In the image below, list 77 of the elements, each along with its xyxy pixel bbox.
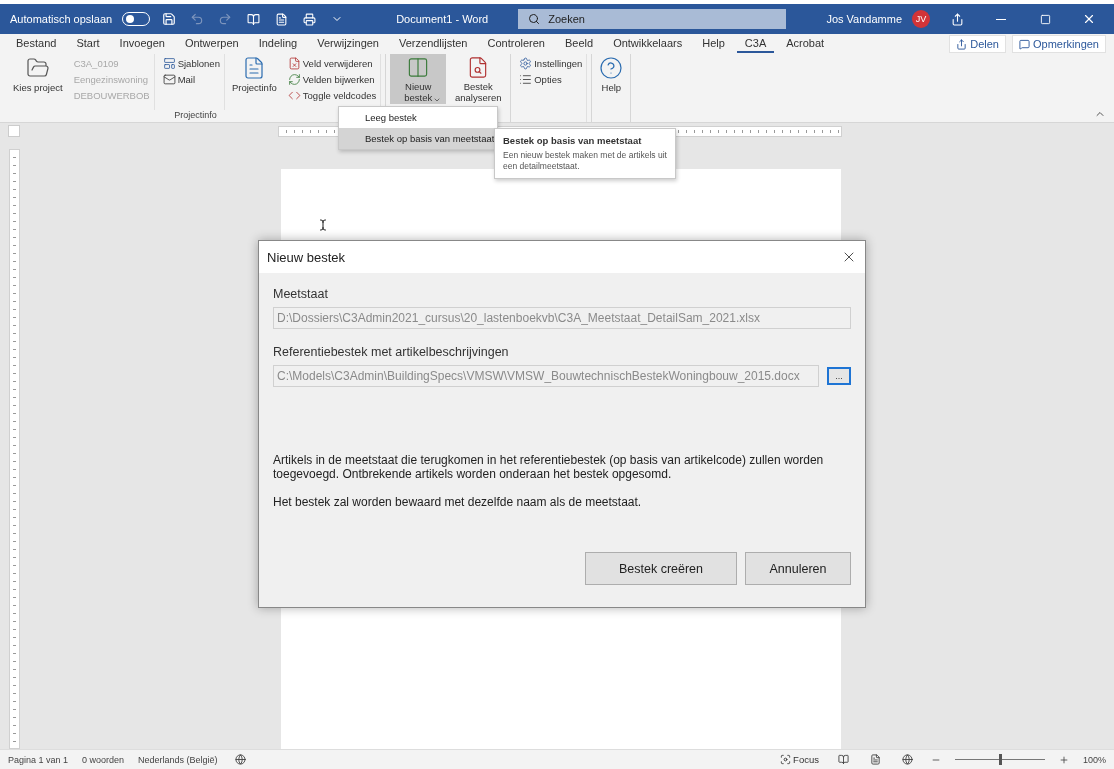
status-text: 0 woorden xyxy=(82,754,125,765)
menu-tab[interactable]: Start xyxy=(68,35,108,53)
comments-button[interactable]: Opmerkingen xyxy=(1011,35,1106,53)
info-text: Artikels in de meetstaat die terugkomen in het referentiebestek (op basis van artikelcode) zullen worden toegevoegd. Ontbrekende artikels worden onderaan het bestek opgesomd. xyxy=(273,453,825,481)
read-mode-icon[interactable] xyxy=(838,754,850,765)
web-layout-icon[interactable] xyxy=(902,754,914,765)
menu-tab[interactable]: Verwijzingen xyxy=(309,35,387,53)
document-icon[interactable] xyxy=(274,12,288,26)
print-layout-icon[interactable] xyxy=(870,754,882,765)
status-text: Nederlands (België) xyxy=(138,754,218,765)
layout-icon[interactable] xyxy=(246,12,260,26)
tooltip-title: Bestek op basis van meetstaat xyxy=(503,135,643,146)
ribbon-item[interactable]: Opties xyxy=(517,72,585,87)
menu-tab[interactable]: Invoegen xyxy=(111,35,173,53)
ribbon-button[interactable]: Nieuw bestek xyxy=(390,54,447,104)
group-label: Projectinfo xyxy=(174,110,217,122)
minimize-icon xyxy=(996,18,1006,20)
ribbon-button[interactable]: Help xyxy=(596,54,627,104)
tooltip-text: Een nieuw bestek maken met de artikels uit een detailmeetstaat. xyxy=(503,150,667,172)
search-field[interactable]: Zoeken xyxy=(518,9,787,29)
template-icon xyxy=(162,57,176,70)
zoom-thumb[interactable] xyxy=(998,754,1002,765)
folder-icon xyxy=(25,56,50,80)
ribbon-item[interactable]: Velden bijwerken xyxy=(285,72,379,87)
maximize-icon xyxy=(1039,13,1051,25)
ribbon-item[interactable]: Toggle veldcodes xyxy=(285,88,379,103)
share-button[interactable]: Delen xyxy=(949,35,1006,53)
browse-button[interactable]: ... xyxy=(827,367,851,385)
user-avatar[interactable]: JV xyxy=(912,10,930,28)
cancel-button[interactable]: Annuleren xyxy=(745,552,851,585)
menu-item[interactable]: Leeg bestek xyxy=(339,107,497,128)
list-icon xyxy=(519,73,533,86)
autosave-label: Automatisch opslaan xyxy=(10,13,113,25)
menu-tab[interactable]: Acrobat xyxy=(778,35,833,53)
code-icon xyxy=(287,89,301,102)
text-cursor-icon xyxy=(317,219,329,231)
menu-item[interactable]: Bestek op basis van meetstaat xyxy=(339,128,497,149)
ribbon-item[interactable]: Sjablonen xyxy=(160,56,222,71)
remove-field-icon xyxy=(287,57,301,70)
search-placeholder: Zoeken xyxy=(548,13,585,25)
dialog-title: Nieuw bestek xyxy=(267,249,346,265)
menu-tab[interactable]: Indeling xyxy=(250,35,306,53)
save-icon[interactable] xyxy=(162,12,177,26)
help-icon xyxy=(599,56,624,80)
search-icon xyxy=(528,13,541,25)
menu-tab[interactable]: Verzendlijsten xyxy=(391,35,476,53)
zoom-in-icon[interactable] xyxy=(1058,754,1069,765)
focus-icon xyxy=(780,754,792,765)
focus-button[interactable]: Focus xyxy=(778,752,821,767)
comment-icon xyxy=(1018,38,1030,50)
menu-tab[interactable]: Controleren xyxy=(479,35,553,53)
menu-tab[interactable]: Ontwikkelaars xyxy=(605,35,691,53)
zoom-reading: 100% xyxy=(1082,754,1106,765)
ribbon-display-icon xyxy=(950,12,964,26)
ribbon-button[interactable]: Bestek analyseren xyxy=(450,54,507,104)
menu-tab[interactable]: Ontwerpen xyxy=(176,35,247,53)
create-button[interactable]: Bestek creëren xyxy=(585,552,737,585)
user-name: Jos Vandamme xyxy=(826,13,902,25)
settings-icon xyxy=(519,57,533,70)
window-title: Document1 - Word xyxy=(396,13,489,25)
mail-icon xyxy=(162,73,176,86)
ribbon-item[interactable]: Instellingen xyxy=(517,56,585,71)
field-label: Referentiebestek met artikelbeschrijvingen xyxy=(273,345,510,359)
ribbon-button[interactable]: Projectinfo xyxy=(228,54,280,104)
menu-tab[interactable]: Beeld xyxy=(557,35,602,53)
field-label: Meetstaat xyxy=(273,287,329,301)
ribbon-item[interactable]: Veld verwijderen xyxy=(285,56,379,71)
ribbon-item[interactable]: Mail xyxy=(160,72,222,87)
print-icon[interactable] xyxy=(302,12,316,26)
info-text: Het bestek zal worden bewaard met dezelfde naam als de meetstaat. xyxy=(273,495,643,509)
refresh-icon xyxy=(287,73,301,86)
menu-tab[interactable]: Help xyxy=(694,35,733,53)
status-text: Pagina 1 van 1 xyxy=(8,754,69,765)
close-icon xyxy=(1082,12,1096,26)
menu-tab[interactable]: Bestand xyxy=(8,35,65,53)
share-icon xyxy=(956,38,968,50)
ribbon-button[interactable]: Kies project xyxy=(10,54,66,104)
